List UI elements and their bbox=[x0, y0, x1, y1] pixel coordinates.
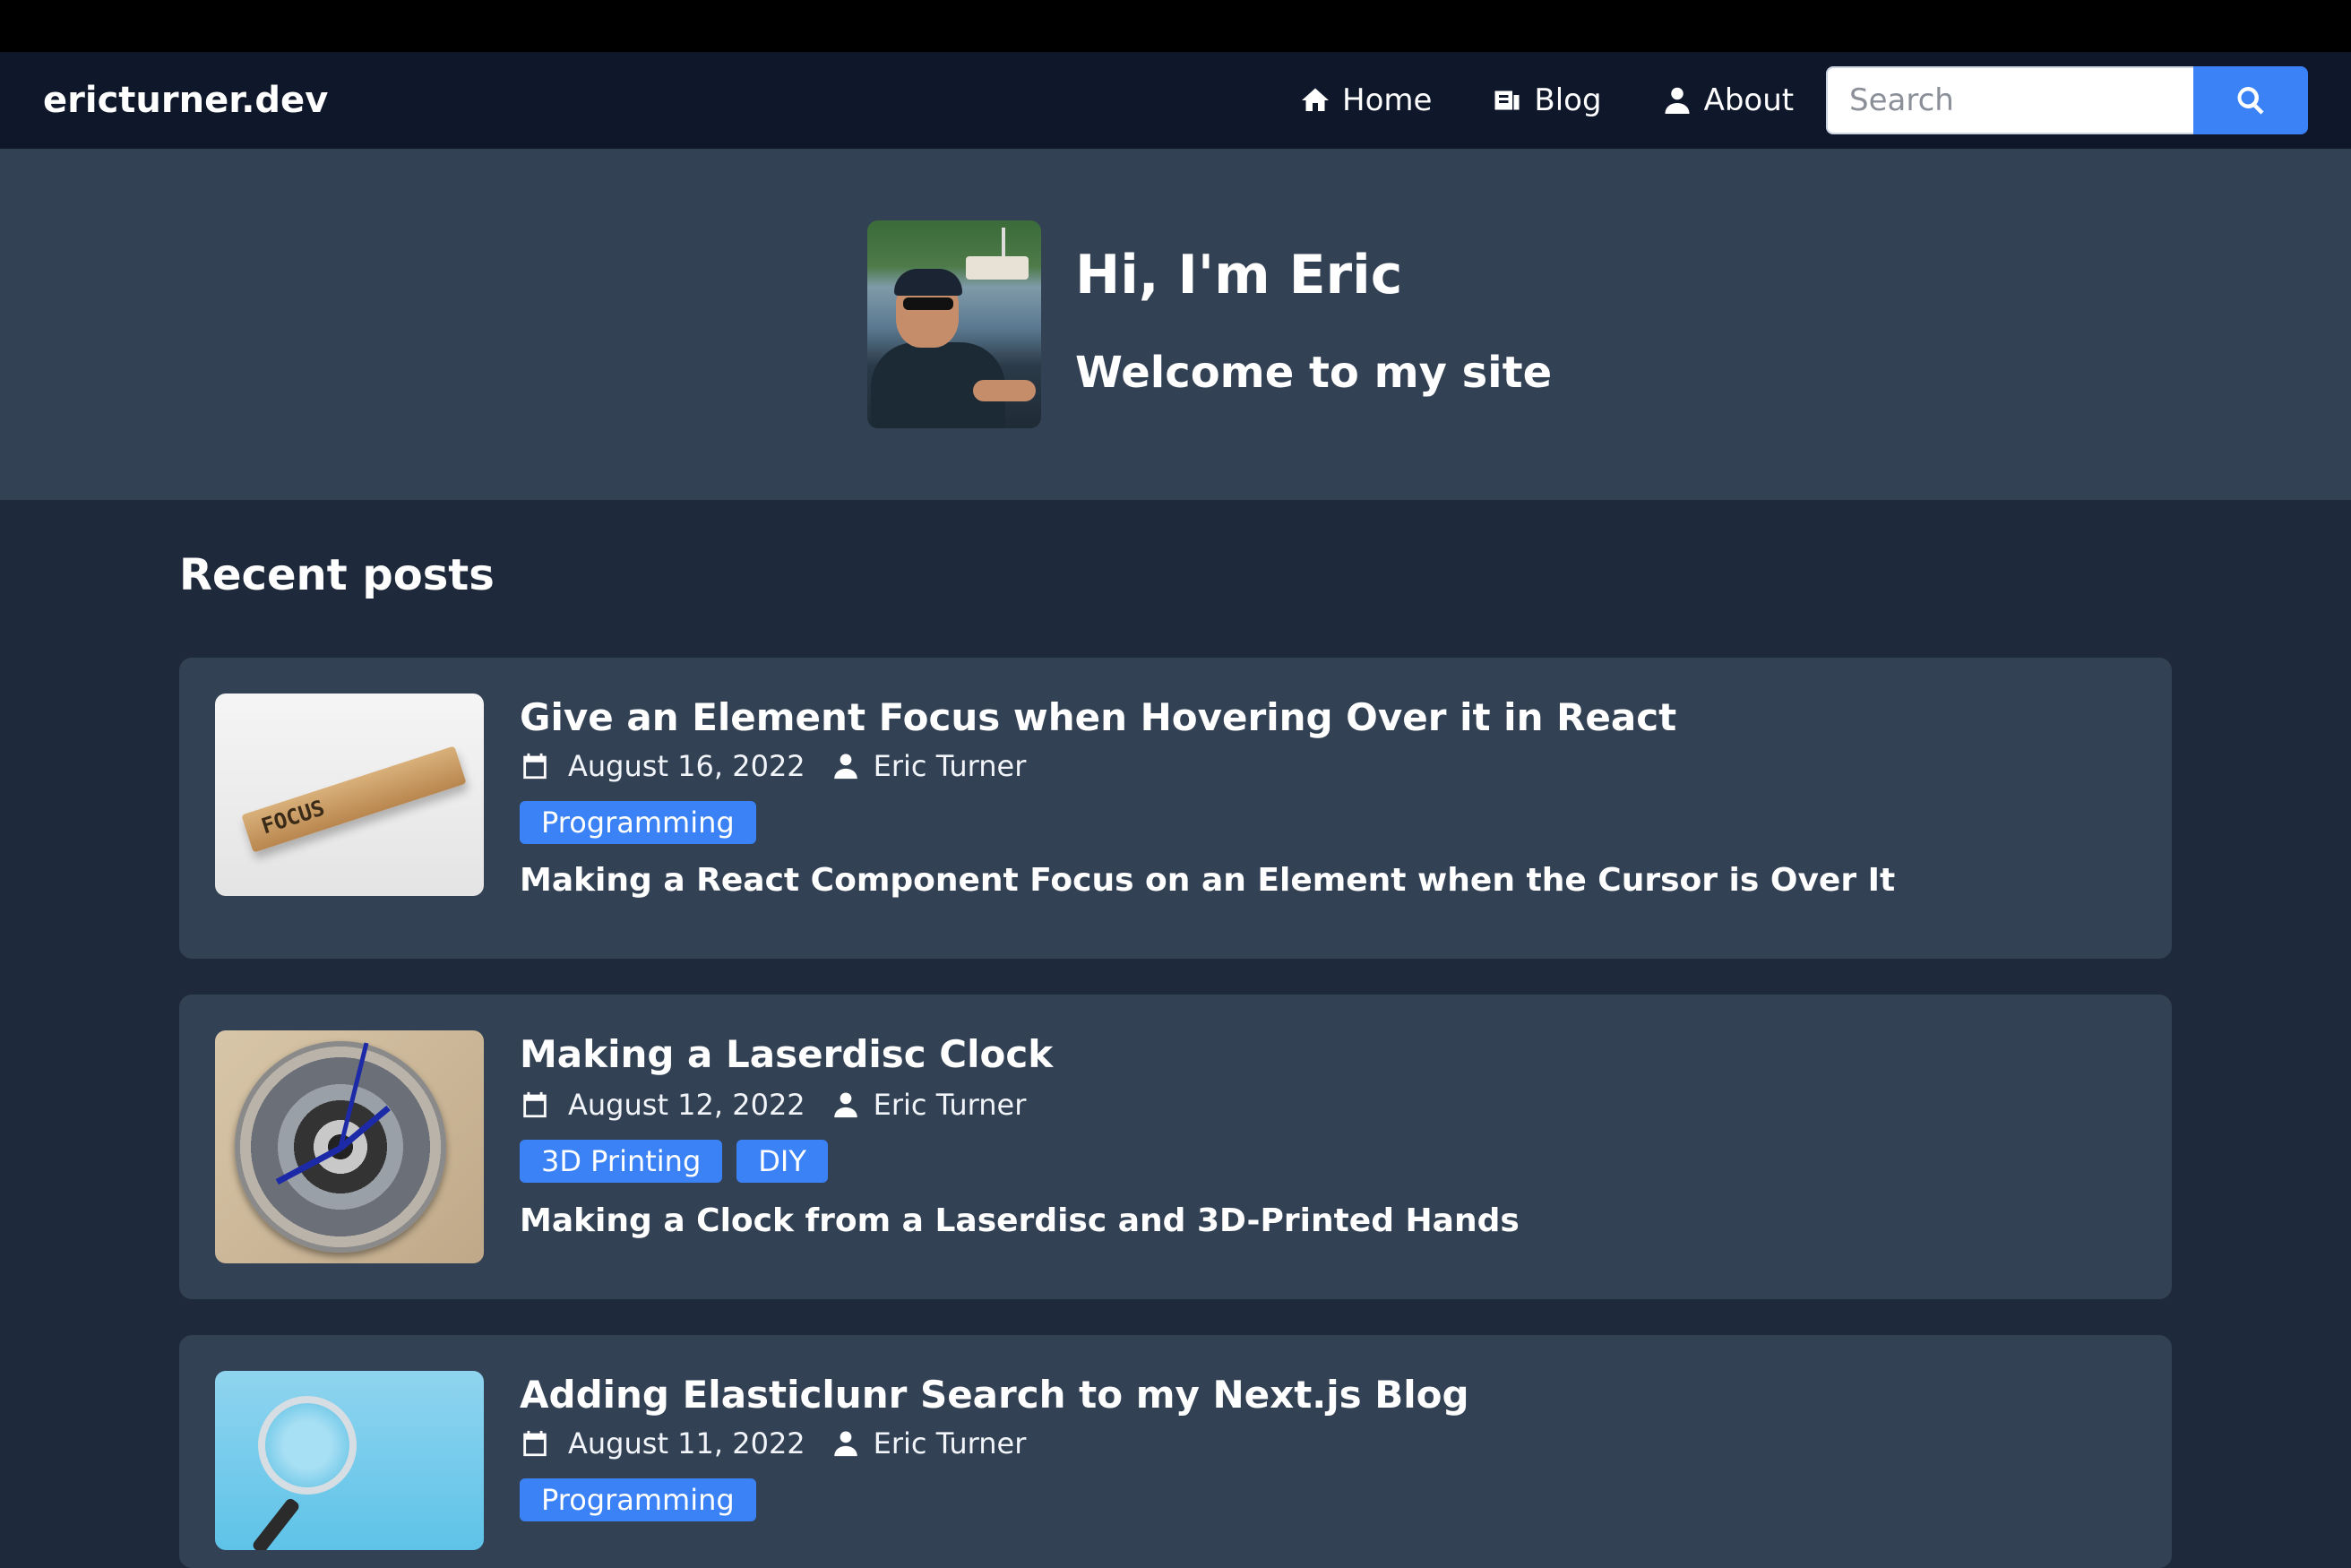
post-thumbnail[interactable]: FOCUS bbox=[215, 694, 484, 896]
recent-posts-title: Recent posts bbox=[179, 550, 495, 600]
site-brand[interactable]: ericturner.dev bbox=[43, 80, 328, 121]
hero-subheading: Welcome to my site bbox=[1075, 348, 1553, 398]
calendar-icon bbox=[523, 1091, 547, 1118]
home-icon bbox=[1302, 88, 1329, 111]
post-thumbnail[interactable] bbox=[215, 1371, 484, 1550]
hero-section: Hi, I'm Eric Welcome to my site bbox=[0, 149, 2351, 500]
nav-link-home-label: Home bbox=[1342, 82, 1433, 118]
post-date: August 16, 2022 bbox=[568, 749, 805, 783]
person-icon bbox=[833, 1092, 857, 1118]
post-title[interactable]: Adding Elasticlunr Search to my Next.js … bbox=[520, 1373, 1469, 1417]
search-input[interactable] bbox=[1826, 66, 2193, 134]
post-date: August 11, 2022 bbox=[568, 1426, 805, 1460]
hero-heading: Hi, I'm Eric bbox=[1075, 244, 1403, 306]
post-tags: 3D Printing DIY bbox=[520, 1140, 842, 1183]
post-summary: Making a React Component Focus on an Ele… bbox=[520, 862, 1896, 899]
focus-tiles: FOCUS bbox=[241, 745, 467, 853]
blog-icon bbox=[1494, 90, 1520, 110]
magnifier-image bbox=[258, 1396, 357, 1495]
post-title[interactable]: Give an Element Focus when Hovering Over… bbox=[520, 695, 1676, 739]
post-tags: Programming bbox=[520, 801, 771, 844]
person-icon bbox=[1665, 87, 1690, 114]
nav-link-blog[interactable]: Blog bbox=[1491, 82, 1602, 118]
post-card[interactable]: Adding Elasticlunr Search to my Next.js … bbox=[179, 1335, 2172, 1568]
calendar-icon bbox=[523, 1430, 547, 1457]
search-form bbox=[1826, 66, 2308, 134]
post-author: Eric Turner bbox=[873, 1426, 1027, 1460]
nav-link-about[interactable]: About bbox=[1661, 82, 1795, 118]
person-icon bbox=[833, 1431, 857, 1457]
tag-3d-printing[interactable]: 3D Printing bbox=[520, 1140, 723, 1183]
search-icon bbox=[2237, 87, 2264, 115]
post-title[interactable]: Making a Laserdisc Clock bbox=[520, 1032, 1053, 1076]
post-card[interactable]: Making a Laserdisc Clock August 12, 2022… bbox=[179, 995, 2172, 1299]
tag-diy[interactable]: DIY bbox=[736, 1140, 828, 1183]
nav-link-blog-label: Blog bbox=[1534, 82, 1602, 118]
post-card[interactable]: FOCUS Give an Element Focus when Hoverin… bbox=[179, 658, 2172, 959]
post-thumbnail[interactable] bbox=[215, 1030, 484, 1263]
nav-link-home[interactable]: Home bbox=[1299, 82, 1432, 118]
nav-links: Home Blog About bbox=[1299, 52, 1853, 149]
tag-programming[interactable]: Programming bbox=[520, 1478, 756, 1521]
avatar bbox=[867, 220, 1041, 428]
browser-top-strip bbox=[0, 0, 2351, 52]
nav-link-about-label: About bbox=[1703, 82, 1795, 118]
post-meta: August 11, 2022 Eric Turner bbox=[520, 1426, 1026, 1460]
calendar-icon bbox=[523, 753, 547, 780]
post-author: Eric Turner bbox=[873, 749, 1027, 783]
focus-tiles-text: FOCUS bbox=[258, 795, 328, 840]
post-date: August 12, 2022 bbox=[568, 1088, 805, 1122]
post-meta: August 16, 2022 Eric Turner bbox=[520, 749, 1026, 783]
post-summary: Making a Clock from a Laserdisc and 3D-P… bbox=[520, 1202, 1520, 1239]
search-button[interactable] bbox=[2193, 66, 2308, 134]
post-meta: August 12, 2022 Eric Turner bbox=[520, 1088, 1026, 1122]
tag-programming[interactable]: Programming bbox=[520, 801, 756, 844]
person-icon bbox=[833, 754, 857, 780]
navbar: ericturner.dev Home Blog About bbox=[0, 52, 2351, 149]
post-tags: Programming bbox=[520, 1478, 771, 1521]
post-author: Eric Turner bbox=[873, 1088, 1027, 1122]
laserdisc-image bbox=[235, 1041, 446, 1253]
